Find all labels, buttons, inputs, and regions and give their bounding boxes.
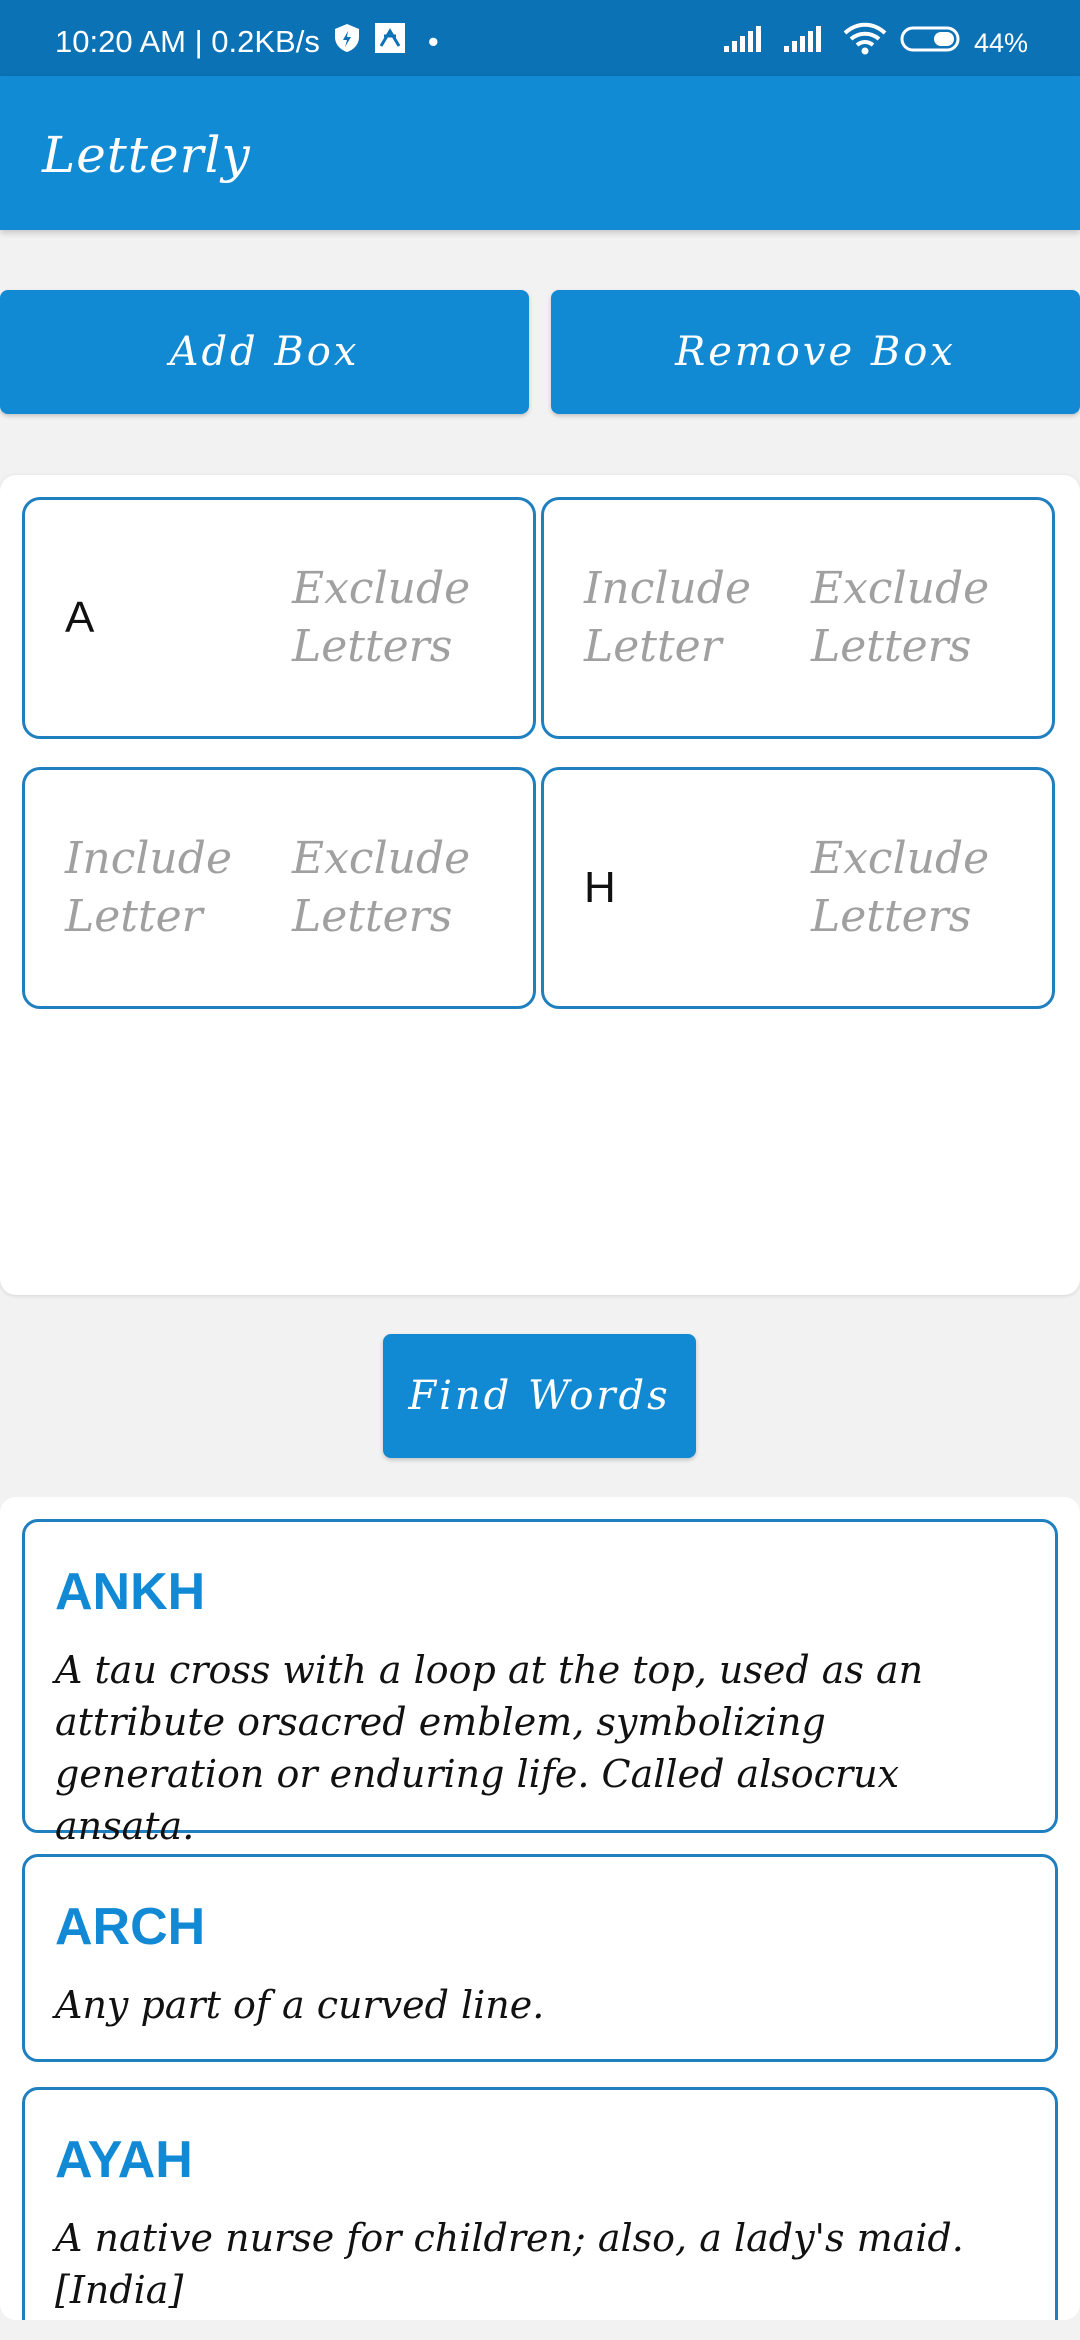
- add-box-button[interactable]: Add Box: [0, 290, 529, 414]
- include-letter-input[interactable]: Include Letter: [65, 770, 285, 1006]
- shield-icon: [332, 22, 362, 62]
- include-letter-input[interactable]: H: [584, 770, 804, 1006]
- result-definition: A native nurse for children; also, a lad…: [55, 2216, 964, 2312]
- result-card[interactable]: ANKH A tau cross with a loop at the top,…: [22, 1519, 1058, 1848]
- letter-box-4: H Exclude Letters: [541, 767, 1055, 1009]
- letter-box-2: Include Letter Exclude Letters: [541, 497, 1055, 739]
- exclude-letters-input[interactable]: Exclude Letters: [292, 770, 512, 1006]
- battery-icon: [900, 25, 962, 61]
- signal-icon-2: [782, 24, 830, 62]
- exclude-letters-input[interactable]: Exclude Letters: [811, 770, 1031, 1006]
- result-definition: Any part of a curved line.: [55, 1983, 545, 2027]
- results-list[interactable]: ANKH A tau cross with a loop at the top,…: [0, 1497, 1080, 2320]
- wifi-icon: [842, 22, 888, 64]
- status-bar: 10:20 AM | 0.2KB/s • 44%: [0, 0, 1080, 76]
- bottom-edge: [0, 2320, 1080, 2340]
- signal-icon: [722, 24, 770, 62]
- include-letter-input[interactable]: A: [65, 500, 285, 736]
- result-definition: A tau cross with a loop at the top, used…: [55, 1648, 924, 1848]
- battery-percent: 44%: [973, 27, 1028, 58]
- result-word: AYAH: [55, 2131, 193, 2189]
- letter-box-1: A Exclude Letters: [22, 497, 536, 739]
- result-word: ANKH: [55, 1563, 206, 1621]
- status-time-speed: 10:20 AM | 0.2KB/s: [55, 24, 320, 59]
- exclude-letters-input[interactable]: Exclude Letters: [811, 500, 1031, 736]
- app-notification-icon: [374, 22, 406, 62]
- result-card[interactable]: AYAH A native nurse for children; also, …: [22, 2087, 1058, 2320]
- exclude-letters-input[interactable]: Exclude Letters: [292, 500, 512, 736]
- app-title: Letterly: [42, 126, 251, 184]
- result-word: ARCH: [55, 1898, 206, 1956]
- result-card[interactable]: ARCH Any part of a curved line.: [22, 1854, 1058, 2062]
- include-letter-input[interactable]: Include Letter: [584, 500, 804, 736]
- letter-boxes-panel: A Exclude Letters Include Letter Exclude…: [0, 475, 1080, 1295]
- letter-box-3: Include Letter Exclude Letters: [22, 767, 536, 1009]
- status-dot: •: [427, 24, 439, 59]
- remove-box-button[interactable]: Remove Box: [551, 290, 1080, 414]
- find-words-button[interactable]: Find Words: [383, 1334, 696, 1458]
- app-bar: Letterly: [0, 76, 1080, 230]
